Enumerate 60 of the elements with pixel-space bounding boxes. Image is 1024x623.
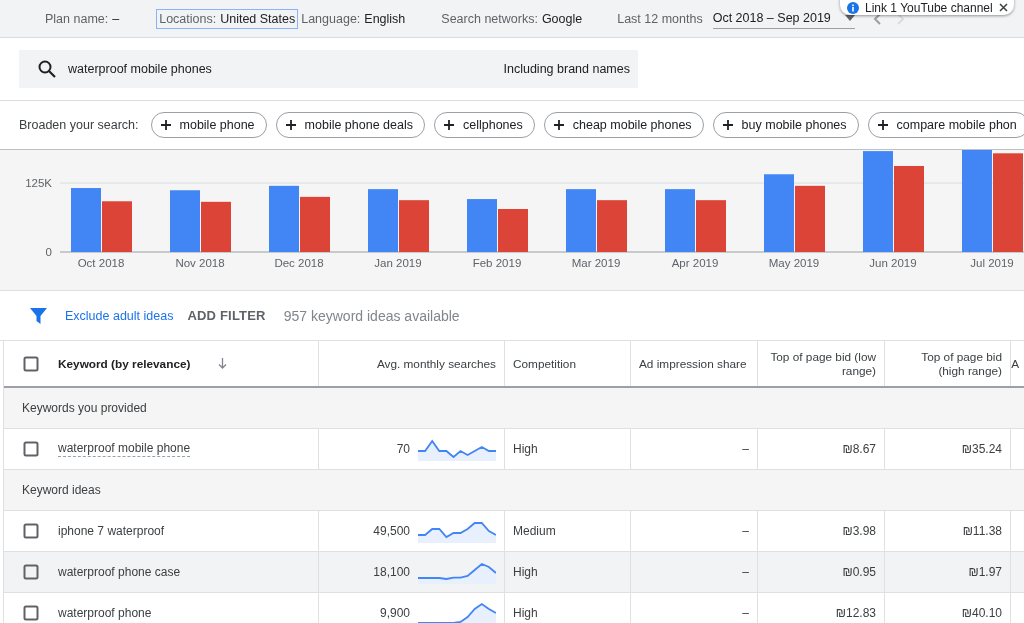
table-cell: ₪1.97: [968, 565, 1002, 579]
table-cell: ₪0.95: [842, 565, 876, 579]
filter-chip[interactable]: Search networks: Google: [438, 8, 586, 29]
axis-label: 125K: [25, 177, 52, 190]
table-cell: High: [513, 442, 538, 456]
brand-names-option[interactable]: Including brand names: [503, 62, 630, 76]
column-header[interactable]: Competition: [513, 356, 576, 371]
table-cell: 18,100: [373, 565, 410, 579]
table-cell: 70: [396, 442, 410, 456]
plan-name-label: Plan name:: [45, 11, 109, 26]
table-cell: High: [513, 606, 538, 620]
axis-label: May 2019: [768, 257, 820, 269]
axis-label: Jul 2019: [970, 257, 1014, 269]
column-header[interactable]: Top of page bid (high range): [893, 349, 1002, 378]
exclude-adult-link[interactable]: Exclude adult ideas: [65, 308, 174, 323]
filter-chip[interactable]: Locations: United States: [156, 8, 299, 29]
table-cell: –: [742, 606, 749, 620]
table-cell: –: [742, 565, 749, 579]
search-query: waterproof mobile phones: [68, 62, 213, 76]
axis-label: 0: [45, 246, 52, 258]
group-heading: Keywords you provided: [4, 388, 1024, 429]
keyword-text[interactable]: waterproof mobile phone: [58, 441, 191, 457]
axis-label: Mar 2019: [571, 257, 621, 269]
column-header[interactable]: Keyword (by relevance): [58, 356, 191, 371]
axis-label: Oct 2018: [77, 257, 125, 269]
keyword-text[interactable]: waterproof phone: [58, 606, 152, 620]
table-cell: ₪3.98: [842, 524, 876, 538]
table-cell: –: [742, 524, 749, 538]
column-header[interactable]: Ad impression share: [639, 356, 747, 371]
table-cell: 49,500: [373, 524, 410, 538]
keyword-text[interactable]: waterproof phone case: [58, 565, 181, 579]
table-cell: –: [742, 442, 749, 456]
notification-text: Link 1 YouTube channel: [865, 0, 993, 15]
axis-label: Dec 2018: [274, 257, 324, 269]
axis-label: Jun 2019: [869, 257, 917, 269]
axis-label: Apr 2019: [671, 257, 719, 269]
group-heading: Keyword ideas: [4, 470, 1024, 511]
column-header[interactable]: Avg. monthly searches: [376, 356, 496, 371]
keyword-count: 957 keyword ideas available: [283, 307, 460, 324]
table-cell: ₪12.83: [835, 606, 876, 620]
plan-name-value: –: [112, 11, 120, 26]
table-cell: High: [513, 565, 538, 579]
table-cell: ₪35.24: [961, 442, 1002, 456]
axis-label: Feb 2019: [472, 257, 522, 269]
add-filter-button[interactable]: ADD FILTER: [187, 308, 266, 323]
column-header[interactable]: Top of page bid (low range): [766, 349, 876, 378]
column-header[interactable]: A: [1011, 356, 1019, 371]
search-field[interactable]: waterproof mobile phones Including brand names: [19, 50, 638, 88]
table-cell: ₪8.67: [842, 442, 876, 456]
filter-chip[interactable]: Language: English: [298, 8, 409, 29]
table-cell: ₪11.38: [962, 524, 1002, 538]
table-cell: Medium: [513, 524, 556, 538]
broaden-label: Broaden your search:: [19, 118, 139, 132]
table-cell: 9,900: [379, 606, 410, 620]
date-range-label: Last 12 months: [617, 11, 703, 26]
axis-label: Nov 2018: [175, 257, 225, 269]
keyword-text[interactable]: iphone 7 waterproof: [58, 524, 165, 538]
table-cell: ₪40.10: [961, 606, 1002, 620]
highlighted-row[interactable]: waterproof phone case 18,100 High – ₪0.95 ₪1.97: [4, 552, 1024, 593]
axis-label: Jan 2019: [374, 257, 422, 269]
